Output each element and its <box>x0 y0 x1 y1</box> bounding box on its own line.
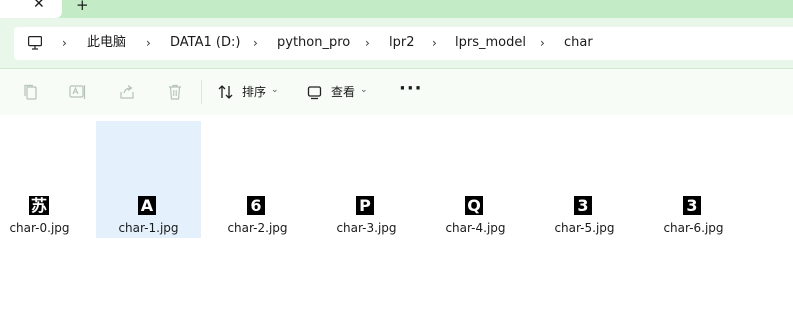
delete-icon[interactable] <box>166 83 184 101</box>
file-name: char-2.jpg <box>227 221 288 235</box>
file-item[interactable]: 6 char-2.jpg <box>205 121 310 238</box>
file-item[interactable]: P char-3.jpg <box>314 121 419 238</box>
file-item[interactable]: 3 char-6.jpg <box>641 121 746 238</box>
image-thumbnail: 3 <box>574 196 592 215</box>
breadcrumb-lpr2[interactable]: lpr2 <box>389 35 414 51</box>
file-name: char-0.jpg <box>9 221 70 235</box>
more-options-button[interactable]: ··· <box>399 78 423 99</box>
breadcrumb-data1[interactable]: DATA1 (D:) <box>170 35 240 51</box>
breadcrumb-python-pro[interactable]: python_pro <box>277 35 350 51</box>
breadcrumb-separator[interactable]: › <box>365 35 370 51</box>
image-thumbnail: P <box>356 196 374 215</box>
file-item[interactable]: 苏 char-0.jpg <box>0 121 92 238</box>
file-item-selected[interactable]: A char-1.jpg <box>96 121 201 238</box>
breadcrumb-separator[interactable]: › <box>146 35 151 51</box>
breadcrumb-lprs-model[interactable]: lprs_model <box>455 35 526 51</box>
breadcrumb-separator[interactable]: › <box>62 35 67 51</box>
sort-button[interactable]: 排序 <box>242 85 266 100</box>
file-name: char-5.jpg <box>554 221 615 235</box>
image-thumbnail: A <box>138 196 156 215</box>
image-thumbnail: 3 <box>683 196 701 215</box>
breadcrumb-separator[interactable]: › <box>432 35 437 51</box>
file-name: char-6.jpg <box>663 221 724 235</box>
file-name: char-4.jpg <box>445 221 506 235</box>
close-tab-icon[interactable]: ✕ <box>33 0 45 12</box>
image-thumbnail: 苏 <box>29 196 49 215</box>
command-divider <box>201 80 202 104</box>
file-name: char-1.jpg <box>118 221 179 235</box>
copy-icon[interactable] <box>22 83 40 101</box>
breadcrumb-this-pc[interactable]: 此电脑 <box>87 35 126 51</box>
this-pc-icon[interactable] <box>28 35 42 51</box>
view-icon[interactable] <box>306 83 324 101</box>
rename-icon[interactable] <box>69 83 87 101</box>
image-thumbnail: Q <box>465 196 483 215</box>
sort-icon[interactable] <box>217 83 235 101</box>
chevron-down-icon[interactable]: ⌄ <box>271 85 279 95</box>
new-tab-button[interactable]: + <box>76 0 89 14</box>
view-button[interactable]: 查看 <box>331 85 355 100</box>
file-name: char-3.jpg <box>336 221 397 235</box>
share-icon[interactable] <box>118 83 136 101</box>
image-thumbnail: 6 <box>247 196 265 215</box>
chevron-down-icon[interactable]: ⌄ <box>360 85 368 95</box>
file-item[interactable]: 3 char-5.jpg <box>532 121 637 238</box>
breadcrumb-separator[interactable]: › <box>540 35 545 51</box>
file-item[interactable]: Q char-4.jpg <box>423 121 528 238</box>
active-tab[interactable]: ✕ <box>0 0 62 18</box>
breadcrumb-separator[interactable]: › <box>253 35 258 51</box>
tab-strip <box>0 0 793 18</box>
breadcrumb-char[interactable]: char <box>564 35 593 51</box>
